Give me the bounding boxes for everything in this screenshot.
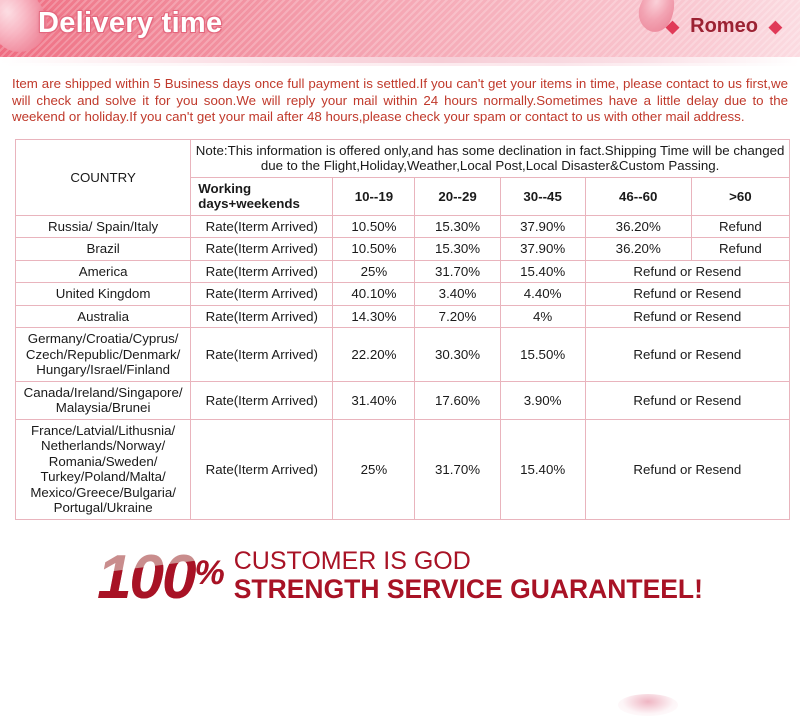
- hundred-number-base: 100%: [97, 543, 225, 613]
- cell-resolution-merged: Refund or Resend: [584, 327, 791, 382]
- table-body: COUNTRY Note:This information is offered…: [14, 138, 791, 520]
- cell-rate-label: Rate(Iterm Arrived): [190, 327, 334, 382]
- cell-rate-value-1: 25%: [332, 259, 416, 284]
- cell-rate-value-1: 25%: [332, 418, 416, 520]
- table-row: United Kingdom Rate(Iterm Arrived) 40.10% 3…: [14, 282, 791, 306]
- brand-label-group: ◆ Romeo ◆: [666, 15, 782, 38]
- brand-name: Romeo: [690, 15, 758, 37]
- column-header-20-29: 20--29: [414, 176, 501, 216]
- cell-country: Canada/Ireland/Singapore/Malaysia/Brunei: [14, 380, 192, 420]
- shipping-policy-paragraph: Item are shipped within 5 Business days …: [12, 76, 788, 125]
- cell-rate-value-3: 15.40%: [499, 418, 586, 520]
- guarantee-banner: 100% 100% CUSTOMER IS GOD STRENGTH SERVI…: [0, 541, 800, 611]
- cell-resolution-merged: Refund or Resend: [584, 418, 791, 520]
- cell-rate-label: Rate(Iterm Arrived): [190, 237, 334, 261]
- column-header-working-days: Working days+weekends: [190, 176, 334, 216]
- working-days-line2: days+weekends: [198, 196, 300, 212]
- cell-resolution: Refund: [690, 214, 791, 239]
- cell-rate-value-1: 31.40%: [332, 380, 416, 420]
- cell-rate-value-1: 22.20%: [332, 327, 416, 382]
- cell-rate-value-1: 14.30%: [332, 304, 416, 329]
- table-row: Brazil Rate(Iterm Arrived) 10.50% 15.30% 37.…: [14, 237, 791, 261]
- cell-rate-value-3: 15.40%: [499, 259, 586, 284]
- column-header-over-60: >60: [690, 176, 791, 216]
- cell-rate-value-1: 10.50%: [332, 237, 416, 261]
- cell-resolution-merged: Refund or Resend: [584, 282, 791, 306]
- cell-resolution-merged: Refund or Resend: [584, 259, 791, 284]
- cell-rate-value-2: 17.60%: [414, 380, 501, 420]
- working-days-line1: Working: [198, 180, 252, 196]
- table-row: Canada/Ireland/Singapore/Malaysia/Brunei…: [14, 380, 791, 420]
- column-header-46-60: 46--60: [584, 176, 692, 216]
- cell-country: Australia: [14, 304, 192, 329]
- cell-rate-label: Rate(Iterm Arrived): [190, 380, 334, 420]
- hundred-percent-graphic: 100% 100%: [97, 542, 225, 609]
- cell-rate-value-3: 3.90%: [499, 380, 586, 420]
- page-header-banner: Delivery time ◆ Romeo ◆: [0, 0, 800, 57]
- slogan-line-2: STRENGTH SERVICE GUARANTEEL!: [233, 573, 703, 604]
- cell-country: Germany/Croatia/Cyprus/Czech/Republic/De…: [14, 327, 192, 382]
- cell-country: Russia/ Spain/Italy: [14, 214, 192, 239]
- cell-resolution-merged: Refund or Resend: [584, 380, 791, 420]
- column-header-30-45: 30--45: [499, 176, 586, 216]
- country-column-header: COUNTRY: [14, 138, 192, 216]
- column-header-10-19: 10--19: [332, 176, 416, 216]
- shipping-time-table-wrapper: COUNTRY Note:This information is offered…: [14, 138, 800, 520]
- slogan-line-1: CUSTOMER IS GOD: [233, 547, 471, 576]
- cell-rate-value-1: 40.10%: [332, 282, 416, 306]
- cell-resolution-merged: Refund or Resend: [584, 304, 791, 329]
- cell-rate-value-2: 7.20%: [414, 304, 501, 329]
- cell-resolution: Refund: [690, 237, 791, 261]
- cell-rate-label: Rate(Iterm Arrived): [190, 418, 334, 520]
- cell-rate-label: Rate(Iterm Arrived): [190, 304, 334, 329]
- cell-rate-value-1: 10.50%: [332, 214, 416, 239]
- cell-country: France/Latvial/Lithusnia/Netherlands/Nor…: [14, 418, 192, 520]
- header-divider-secondary: [0, 63, 800, 66]
- table-row: Australia Rate(Iterm Arrived) 14.30% 7.20% 4…: [14, 304, 791, 329]
- cell-rate-value-2: 15.30%: [414, 237, 501, 261]
- table-row: France/Latvial/Lithusnia/Netherlands/Nor…: [14, 418, 791, 520]
- cell-rate-value-2: 31.70%: [414, 259, 501, 284]
- cell-rate-label: Rate(Iterm Arrived): [190, 282, 334, 306]
- table-note-cell: Note:This information is offered only,an…: [190, 138, 790, 178]
- cell-rate-value-4: 36.20%: [584, 237, 692, 261]
- cell-rate-value-2: 3.40%: [414, 282, 501, 306]
- table-row: Russia/ Spain/Italy Rate(Iterm Arrived) 10…: [14, 214, 791, 239]
- cell-rate-value-3: 4%: [499, 304, 586, 329]
- cell-rate-value-2: 31.70%: [414, 418, 501, 520]
- diamond-icon-right: ◆: [768, 17, 782, 36]
- cell-rate-value-4: 36.20%: [584, 214, 692, 239]
- diamond-icon-left: ◆: [666, 17, 680, 36]
- cell-rate-value-2: 15.30%: [414, 214, 501, 239]
- cell-rate-value-3: 4.40%: [499, 282, 586, 306]
- guarantee-slogan: CUSTOMER IS GOD STRENGTH SERVICE GUARANT…: [234, 548, 703, 603]
- bottom-decoration: [618, 694, 678, 716]
- table-header-row-note: COUNTRY Note:This information is offered…: [14, 138, 790, 216]
- cell-rate-value-3: 37.90%: [499, 214, 586, 239]
- table-row: America Rate(Iterm Arrived) 25% 31.70% 15.40…: [14, 259, 791, 284]
- cell-rate-value-3: 37.90%: [499, 237, 586, 261]
- shipping-time-table: COUNTRY Note:This information is offered…: [14, 138, 791, 520]
- cell-country: United Kingdom: [14, 282, 192, 306]
- page-title: Delivery time: [38, 7, 223, 39]
- cell-country: America: [14, 259, 192, 284]
- cell-rate-label: Rate(Iterm Arrived): [190, 259, 334, 284]
- cell-rate-label: Rate(Iterm Arrived): [190, 214, 334, 239]
- cell-rate-value-2: 30.30%: [414, 327, 501, 382]
- cell-rate-value-3: 15.50%: [499, 327, 586, 382]
- table-row: Germany/Croatia/Cyprus/Czech/Republic/De…: [14, 327, 791, 382]
- cell-country: Brazil: [14, 237, 192, 261]
